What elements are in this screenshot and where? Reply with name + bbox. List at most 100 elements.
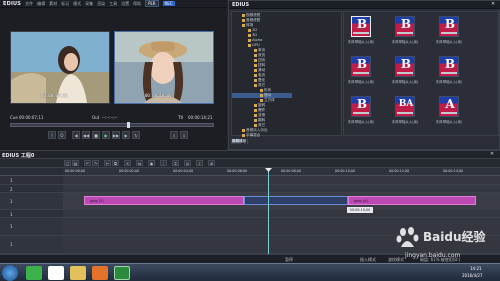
transition-clip[interactable] [244,196,348,205]
plr-mode-button[interactable]: PLR [145,0,159,7]
menu-help[interactable]: 帮助 [133,1,141,7]
tab-clip-convert[interactable]: 素材转换 [231,139,248,144]
track-t2[interactable]: 00:00:10;00 [63,207,500,218]
effect-thumbnail-9[interactable]: A [439,96,459,117]
new-sequence-icon[interactable]: □ [64,160,71,166]
track-t[interactable] [63,185,500,193]
loop-icon[interactable]: ↻ [132,131,140,139]
ruler-mark-3: 00:00:06;00 [227,169,248,173]
rec-mode-button[interactable]: REC [162,1,175,6]
mark-out-button[interactable]: O [58,131,66,139]
player-timecode: 00:00:07;11 [41,93,68,98]
track-header-a2[interactable]: 1 [0,236,63,254]
effect-caption-9: 手风琴轴从入(深) [435,120,463,124]
timecode-row: Cue 00:00:07;11 Out --:--:--;-- Ttl 00:0… [10,115,220,121]
effect-thumbnail-4[interactable]: B [351,56,371,77]
taskbar-app-green-icon[interactable] [26,266,42,280]
timeline-playhead[interactable] [268,168,269,254]
menu-mode[interactable]: 模式 [73,1,81,7]
snap-icon[interactable]: ⌗ [172,160,179,166]
app-title: EDIUS [3,0,22,7]
step-forward-icon[interactable]: ▶ [122,131,130,139]
player-viewer: 00:00:07;11 [10,31,110,104]
effect-thumbnail-8[interactable]: BA [395,96,415,117]
menu-file[interactable]: 文件 [25,1,33,7]
effects-tree: 视频滤镜 音频滤镜 转场 2D 3D Alpha GPU 单页 双页 四页 扭转… [231,11,342,137]
start-button-icon[interactable] [2,265,18,281]
undo-icon[interactable]: ↶ [84,160,91,166]
overwrite-to-timeline-icon[interactable]: ⇓ [180,131,188,139]
timeline-clip-1[interactable]: jpeg (2) [84,196,244,205]
main-titlebar: EDIUS 文件 编辑 素材 标记 模式 采集 渲染 工具 设置 帮助 PLR … [0,0,227,8]
effect-caption-3: 手风琴轴从入(深) [435,40,463,44]
split-icon[interactable]: ⫶ [160,160,167,166]
track-header-t2[interactable]: 1 [0,210,63,218]
watermark-url: jingyan.baidu.com [405,252,461,259]
track-header-t[interactable]: 2 [0,185,63,193]
ruler-corner [0,168,63,176]
effect-caption-2: 手风琴轴从入(深) [391,40,419,44]
track-header-va[interactable]: 1 [0,193,63,210]
track-header-a1[interactable]: 1 [0,218,63,236]
ruler-mark-5: 00:00:10;00 [335,169,356,173]
zoom-icon[interactable]: ⊕ [208,160,215,166]
play-icon[interactable]: ▶ [102,131,110,139]
stop-icon[interactable]: ■ [92,131,100,139]
track-v[interactable] [63,176,500,185]
menu-capture[interactable]: 采集 [85,1,93,7]
taskbar-folder-icon[interactable] [70,266,86,280]
track-va[interactable]: jpeg (2) jpeg (4) [63,193,500,210]
ruler-mark-4: 00:00:08;00 [281,169,302,173]
timeline-close-icon[interactable]: ✕ [490,151,494,157]
redo-icon[interactable]: ↷ [92,160,99,166]
taskbar-edius-icon[interactable] [114,266,130,280]
ruler-mark-0: 00:00:00;00 [65,169,86,173]
open-icon[interactable]: ▤ [72,160,79,166]
render-icon[interactable]: ◎ [184,160,191,166]
baidu-paw-icon [396,227,419,247]
delete-icon[interactable]: ✕ [124,160,131,166]
effects-panel-close-icon[interactable]: ✕ [491,1,495,7]
cut-icon[interactable]: ✂ [104,160,111,166]
timeline-clip-2[interactable]: jpeg (4) [348,196,476,205]
mark-in-button[interactable]: I [48,131,56,139]
effect-thumbnail-5[interactable]: B [395,56,415,77]
effects-panel-titlebar: EDIUS ✕ [229,1,500,9]
out-label: Out [92,115,100,120]
position-scrubber[interactable] [10,123,214,127]
menu-settings[interactable]: 设置 [121,1,129,7]
effect-thumbnail-1[interactable]: B [351,16,371,37]
menu-render[interactable]: 渲染 [97,1,105,7]
copy-icon[interactable]: ⧉ [112,160,119,166]
menu-clip[interactable]: 素材 [49,1,57,7]
taskbar-firefox-icon[interactable] [92,266,108,280]
menu-marker[interactable]: 标记 [61,1,69,7]
fast-forward-icon[interactable]: ▶▶ [112,131,120,139]
audio-mixer-icon[interactable]: ♪ [196,160,203,166]
effect-caption-7: 手风琴轴从入(深) [347,120,375,124]
menu-tools[interactable]: 工具 [109,1,117,7]
windows-taskbar: 14:21 2016/4/27 [0,263,500,281]
effect-thumbnail-6[interactable]: B [439,56,459,77]
timecode-tooltip: 00:00:10;00 [347,207,373,213]
ripple-icon[interactable]: ⇆ [136,160,143,166]
cue-value: 00:00:07;11 [19,115,44,120]
taskbar-app-white-icon[interactable] [48,266,64,280]
effect-thumbnail-3[interactable]: B [439,16,459,37]
ttl-label: Ttl [178,115,184,120]
step-back-icon[interactable]: ◀ [72,131,80,139]
recorder-image: 00:00:10;00 [115,32,213,103]
ruler-mark-1: 00:00:02;00 [119,169,140,173]
effect-thumbnail-7[interactable]: B [351,96,371,117]
track-header-v[interactable]: 1 [0,176,63,185]
add-marker-icon[interactable]: ◆ [148,160,155,166]
insert-to-timeline-icon[interactable]: ⇩ [170,131,178,139]
ruler-mark-7: 00:00:14;00 [443,169,464,173]
effect-thumbnail-2[interactable]: B [395,16,415,37]
effect-caption-8: 手风琴轴从入(深) [391,120,419,124]
menu-edit[interactable]: 编辑 [37,1,45,7]
rewind-icon[interactable]: ◀◀ [82,131,90,139]
ttl-value: 00:00:14;21 [188,115,213,120]
timeline-ruler[interactable]: 00:00:00;00 00:00:02;00 00:00:04;00 00:0… [63,168,500,176]
scrubber-handle[interactable] [127,122,130,128]
